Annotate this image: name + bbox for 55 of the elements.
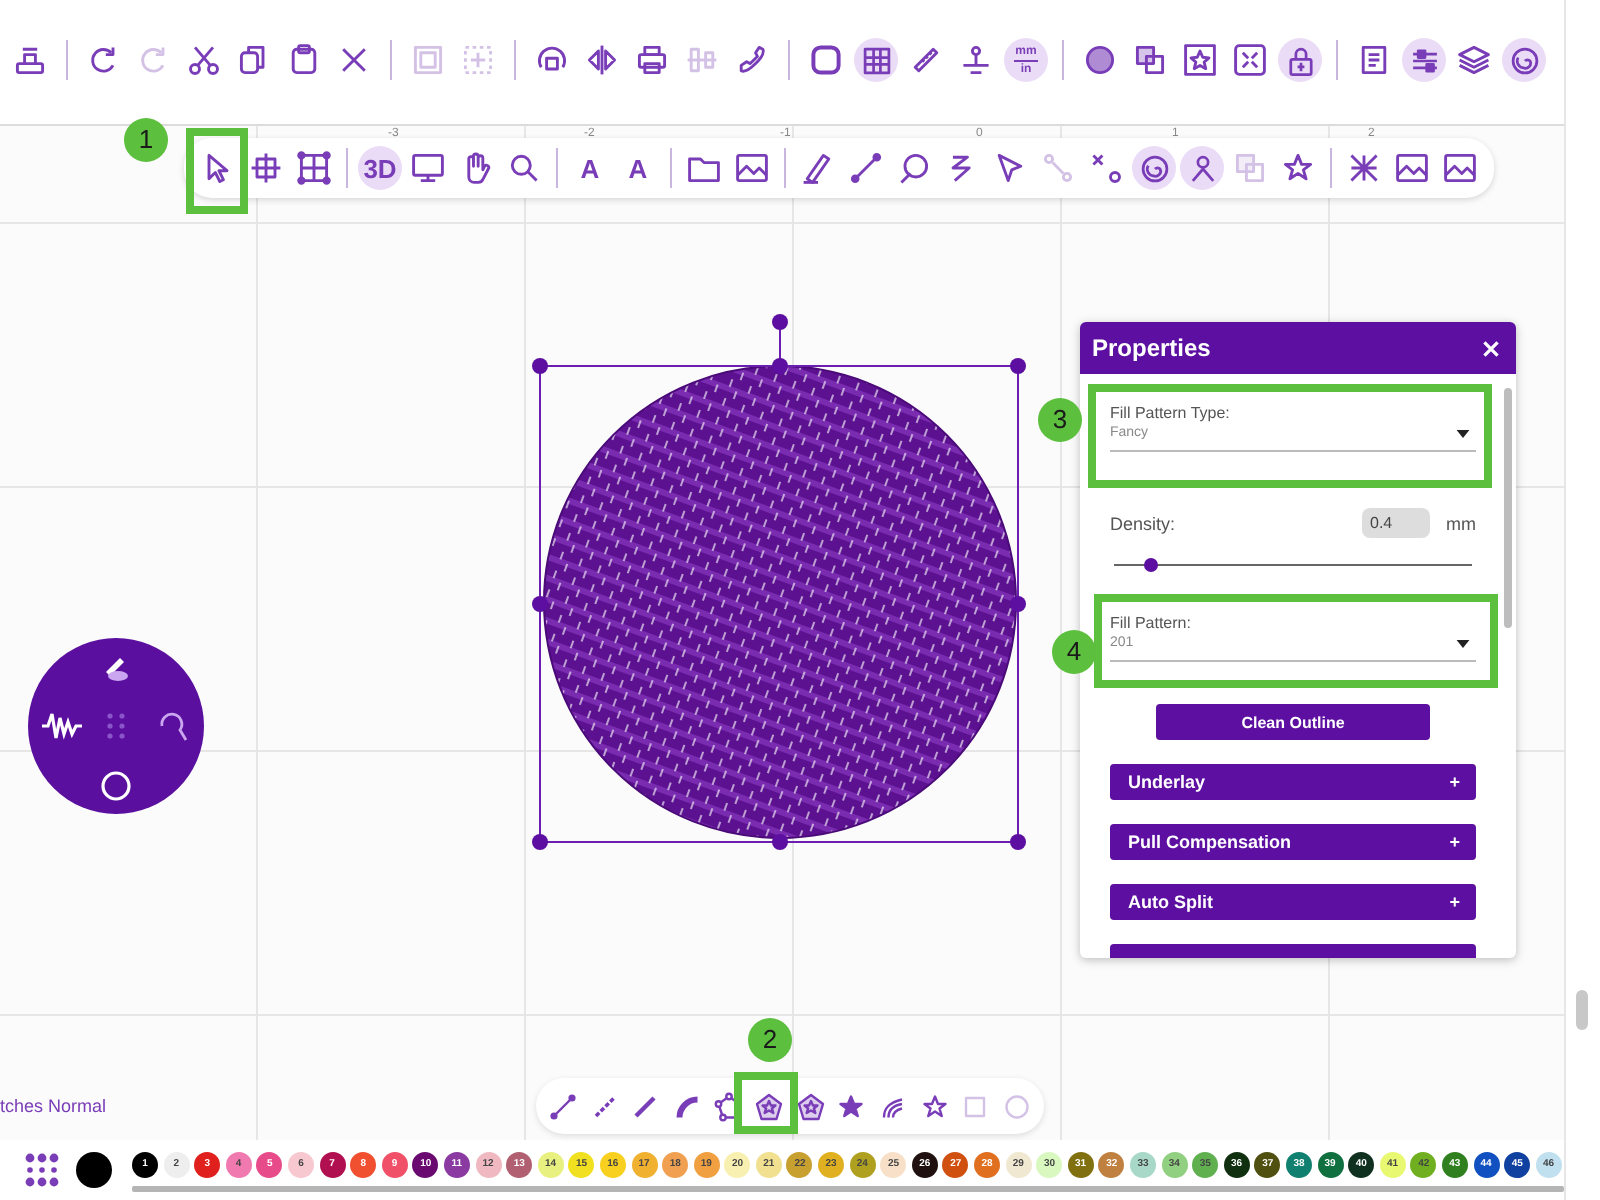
panel-title: Properties [1092, 334, 1211, 362]
star-frame-icon[interactable] [1178, 38, 1222, 82]
loop-icon[interactable] [156, 708, 188, 744]
field-label: Fill Pattern Type: [1110, 402, 1232, 424]
selected-circle-drawing[interactable] [532, 314, 1026, 850]
section-title: Underlay [1128, 772, 1206, 792]
text-tool-button[interactable]: A [568, 146, 612, 190]
lock-icon [1283, 43, 1317, 77]
circle-icon[interactable] [100, 770, 132, 802]
caret-icon [1456, 430, 1470, 438]
status-text: tches Normal [0, 1096, 107, 1116]
expand-toggle[interactable]: + [1449, 892, 1460, 912]
grid-frame-icon[interactable] [292, 146, 336, 190]
palette-grid-icon[interactable] [24, 1152, 60, 1188]
caret-icon [1456, 640, 1470, 648]
spiral-icon [1137, 151, 1171, 185]
spiral-icon [1507, 43, 1541, 77]
section-title: Auto Split [1128, 892, 1213, 912]
text-tool-button[interactable]: A [616, 146, 660, 190]
tool-button[interactable] [1502, 38, 1546, 82]
expand-toggle[interactable]: + [1449, 832, 1460, 852]
wave-icon[interactable] [40, 710, 84, 742]
star-icon[interactable] [917, 1089, 952, 1123]
line-icon[interactable] [546, 1089, 580, 1123]
sliders-icon [1407, 43, 1441, 77]
close-icon[interactable] [1480, 337, 1502, 359]
panel-scrollbar[interactable] [1504, 388, 1512, 628]
pentagon-star-icon[interactable] [793, 1089, 828, 1123]
slider-thumb[interactable] [1143, 558, 1158, 572]
tool-button[interactable] [854, 38, 898, 82]
unit-label: mm [1446, 513, 1476, 533]
tool-button[interactable] [1278, 38, 1322, 82]
clean-outline-button[interactable]: Clean Outline [1156, 704, 1430, 740]
field-label: Fill Pattern: [1110, 612, 1193, 634]
tool-button[interactable] [1180, 146, 1224, 190]
pentagon-star-icon[interactable] [752, 1089, 787, 1123]
tool-button[interactable] [1402, 38, 1446, 82]
section-header[interactable]: Underlay + [1110, 764, 1476, 800]
filled-star-icon[interactable] [834, 1089, 869, 1123]
dots-icon[interactable] [106, 712, 126, 740]
grid-icon [859, 43, 893, 77]
tool-button[interactable] [1132, 146, 1176, 190]
highlight-frame [734, 1072, 798, 1134]
expand-toggle[interactable]: + [1449, 772, 1460, 792]
palette-scrollbar[interactable] [132, 1186, 1564, 1192]
scrollbar-thumb[interactable] [1576, 990, 1588, 1030]
density-label: Density: [1110, 513, 1178, 533]
expand-icon[interactable] [1228, 38, 1272, 82]
section-header[interactable]: Auto Split + [1110, 884, 1476, 920]
section-header[interactable]: Pull Compensation + [1110, 824, 1476, 860]
density-input[interactable]: 0.4 [1362, 508, 1430, 538]
section-title: Pull Compensation [1128, 832, 1292, 852]
text-tool-button[interactable]: 3D [358, 146, 402, 190]
highlight-frame [186, 128, 248, 214]
current-color-swatch[interactable] [76, 1152, 112, 1188]
